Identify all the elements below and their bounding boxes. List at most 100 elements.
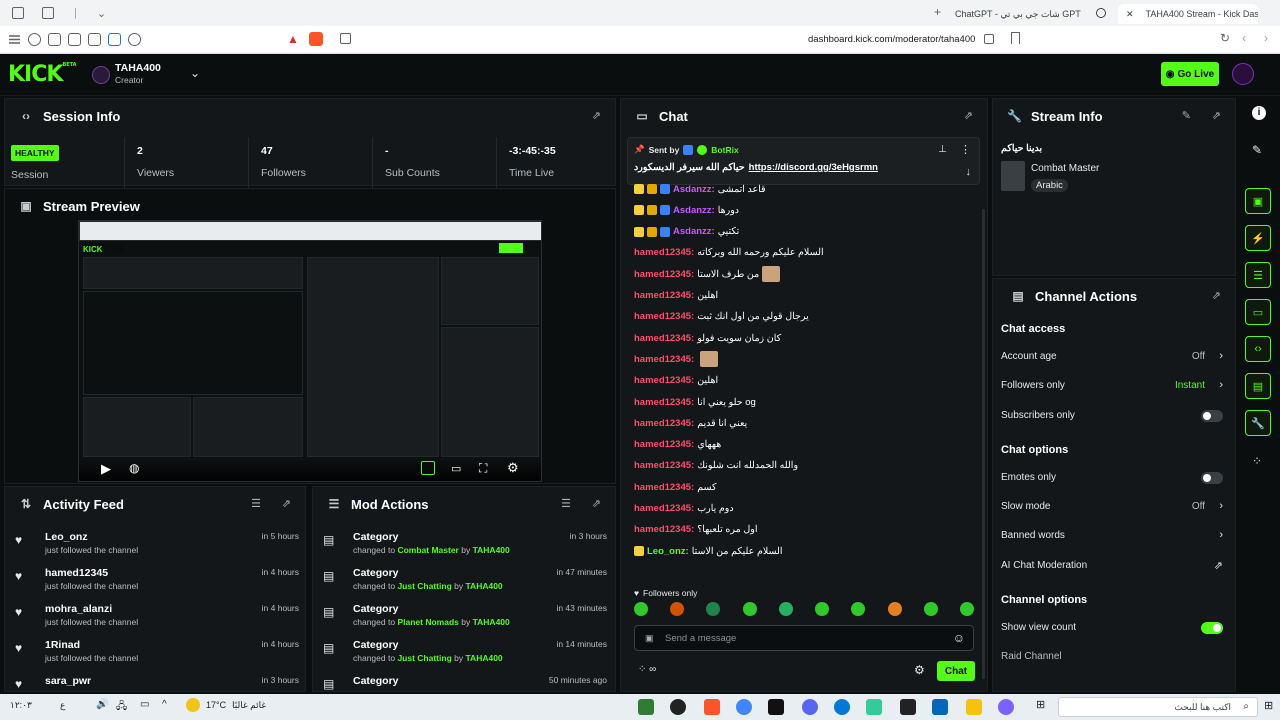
store-icon[interactable] (932, 699, 948, 715)
chat-username[interactable]: hamed12345: (634, 460, 694, 471)
ai-moderation-row[interactable]: AI Chat Moderation ⇗ (1001, 560, 1225, 576)
emote-icon[interactable] (851, 602, 866, 616)
emote-icon[interactable] (742, 602, 757, 616)
theater-mode-icon[interactable]: ▭ (451, 462, 461, 475)
chat-message-input[interactable]: ▣ Send a message ☺ (634, 625, 974, 651)
layout-icon[interactable]: ⁘ (1252, 454, 1262, 468)
rail-channel-actions-icon[interactable]: ▤ (1245, 373, 1271, 399)
popout-icon[interactable]: ⇗ (1212, 289, 1221, 302)
tabs-icon[interactable] (68, 33, 81, 46)
chat-username[interactable]: Asdanzz: (673, 205, 715, 216)
taskbar-app-icon[interactable] (866, 699, 882, 715)
chat-username[interactable]: Asdanzz: (673, 226, 715, 237)
pinned-sender[interactable]: BotRix (711, 145, 738, 155)
emote-icon[interactable] (634, 602, 648, 616)
reading-icon[interactable] (48, 33, 61, 46)
stream-category[interactable]: Combat Master (1031, 163, 1099, 174)
tab-chatgpt[interactable]: ChatGPT - شات جي بي تي GPT (955, 4, 1095, 24)
preview-screen-icon[interactable] (421, 461, 435, 475)
taskbar-app-icon[interactable] (638, 699, 654, 715)
popout-icon[interactable]: ⇗ (282, 497, 291, 510)
emoji-picker-icon[interactable]: ☺ (953, 631, 965, 645)
send-chat-button[interactable]: Chat (937, 661, 975, 681)
tray-expand-icon[interactable]: ^ (162, 699, 167, 710)
show-view-count-toggle[interactable] (1201, 622, 1223, 634)
chat-username[interactable]: hamed12345: (634, 482, 694, 493)
sidebar-toggle-icon[interactable] (8, 33, 21, 46)
follower-name[interactable]: Leo_onz (45, 531, 88, 543)
account-age-row[interactable]: Account age Off › (1001, 350, 1225, 367)
volume-icon[interactable]: 🔊 (96, 699, 108, 710)
download-icon[interactable] (108, 33, 121, 46)
network-icon[interactable]: 🖧 (116, 699, 127, 716)
follower-name[interactable]: hamed12345 (45, 567, 108, 579)
popout-icon[interactable]: ⇗ (592, 497, 601, 510)
forward-icon[interactable]: › (1264, 31, 1268, 45)
follower-name[interactable]: mohra_alanzi (45, 603, 112, 615)
stream-preview-video[interactable]: KICK ▶ ◍ ▭ ⛶ ⚙ (78, 220, 542, 482)
new-tab-icon[interactable]: + (934, 5, 941, 19)
chat-scrollbar[interactable] (982, 209, 985, 679)
brave-browser-icon[interactable] (704, 699, 720, 715)
taskbar-app-icon[interactable] (900, 699, 916, 715)
emote-icon[interactable] (887, 602, 902, 616)
slow-mode-row[interactable]: Slow mode Off › (1001, 500, 1225, 517)
emote-icon[interactable] (778, 602, 793, 616)
mod-action-user[interactable]: TAHA400 (473, 545, 510, 555)
edit-pencil-icon[interactable]: ✎ (1252, 143, 1262, 157)
language-icon[interactable]: ع (60, 700, 65, 711)
url-field[interactable]: dashboard.kick.com/moderator/taha400 (808, 34, 975, 45)
mod-action-value[interactable]: Just Chatting (397, 653, 451, 663)
taskbar-app-icon[interactable] (768, 699, 784, 715)
raid-channel-row[interactable]: Raid Channel (1001, 651, 1225, 667)
mute-icon[interactable]: ◍ (129, 461, 139, 475)
chat-username[interactable]: hamed12345: (634, 269, 694, 280)
mod-action-user[interactable]: TAHA400 (473, 617, 510, 627)
chat-username[interactable]: hamed12345: (634, 247, 694, 258)
pinned-link[interactable]: https://discord.gg/3eHgsrmn (749, 162, 878, 173)
browser-menu-icon[interactable] (12, 7, 24, 19)
go-live-button[interactable]: ◉ Go Live (1161, 62, 1219, 86)
bookmark-icon[interactable] (1011, 32, 1020, 44)
rail-mod-actions-icon[interactable]: ☰ (1245, 262, 1271, 288)
back-icon[interactable]: ‹ (1242, 31, 1246, 45)
follower-name[interactable]: 1Rinad (45, 639, 80, 651)
weather-temp[interactable]: 17°C (206, 700, 226, 710)
clock[interactable]: ١٢:٠٣ (10, 700, 32, 711)
file-explorer-icon[interactable] (966, 699, 982, 715)
rail-stream-info-icon[interactable]: 🔧 (1245, 410, 1271, 436)
chat-username[interactable]: hamed12345: (634, 311, 694, 322)
tab-list-chevron-icon[interactable]: ⌄ (97, 7, 106, 20)
reload-icon[interactable]: ↻ (1220, 31, 1230, 45)
start-button[interactable]: ⊞ (1264, 699, 1273, 712)
mod-action-user[interactable]: TAHA400 (466, 581, 503, 591)
info-icon[interactable]: i (1252, 106, 1266, 120)
weather-desc[interactable]: غائم غالبًا (232, 700, 266, 711)
brave-shield-icon[interactable] (309, 32, 323, 46)
follower-name[interactable]: sara_pwr (45, 675, 91, 687)
mod-action-value[interactable]: Combat Master (397, 545, 458, 555)
chat-tools-icon[interactable]: ⁘ ∞ (638, 664, 656, 675)
battery-icon[interactable]: ▭ (140, 699, 149, 710)
shield-icon[interactable] (28, 33, 41, 46)
chat-username[interactable]: Asdanzz: (673, 184, 715, 195)
translate-icon[interactable] (340, 33, 351, 44)
kick-logo[interactable]: KICKBETA (8, 62, 77, 87)
taskbar-search-box[interactable]: اكتب هنا للبحث ⌕ (1058, 697, 1258, 717)
channel-avatar[interactable] (92, 66, 110, 84)
chat-username[interactable]: hamed12345: (634, 439, 694, 450)
taskbar-app-icon[interactable] (998, 699, 1014, 715)
channel-name[interactable]: TAHA400 (115, 62, 161, 74)
discord-icon[interactable] (802, 699, 818, 715)
popout-icon[interactable]: ⇗ (1212, 109, 1221, 122)
chrome-icon[interactable] (736, 699, 752, 715)
edge-icon[interactable] (834, 699, 850, 715)
play-icon[interactable]: ▶ (101, 461, 111, 477)
mod-action-value[interactable]: Planet Nomads (397, 617, 458, 627)
emotes-only-toggle[interactable] (1201, 472, 1223, 484)
filter-icon[interactable]: ☰ (561, 497, 571, 510)
chat-username[interactable]: hamed12345: (634, 503, 694, 514)
chat-username[interactable]: hamed12345: (634, 418, 694, 429)
filter-icon[interactable]: ☰ (251, 497, 261, 510)
emote-icon[interactable] (923, 602, 938, 616)
